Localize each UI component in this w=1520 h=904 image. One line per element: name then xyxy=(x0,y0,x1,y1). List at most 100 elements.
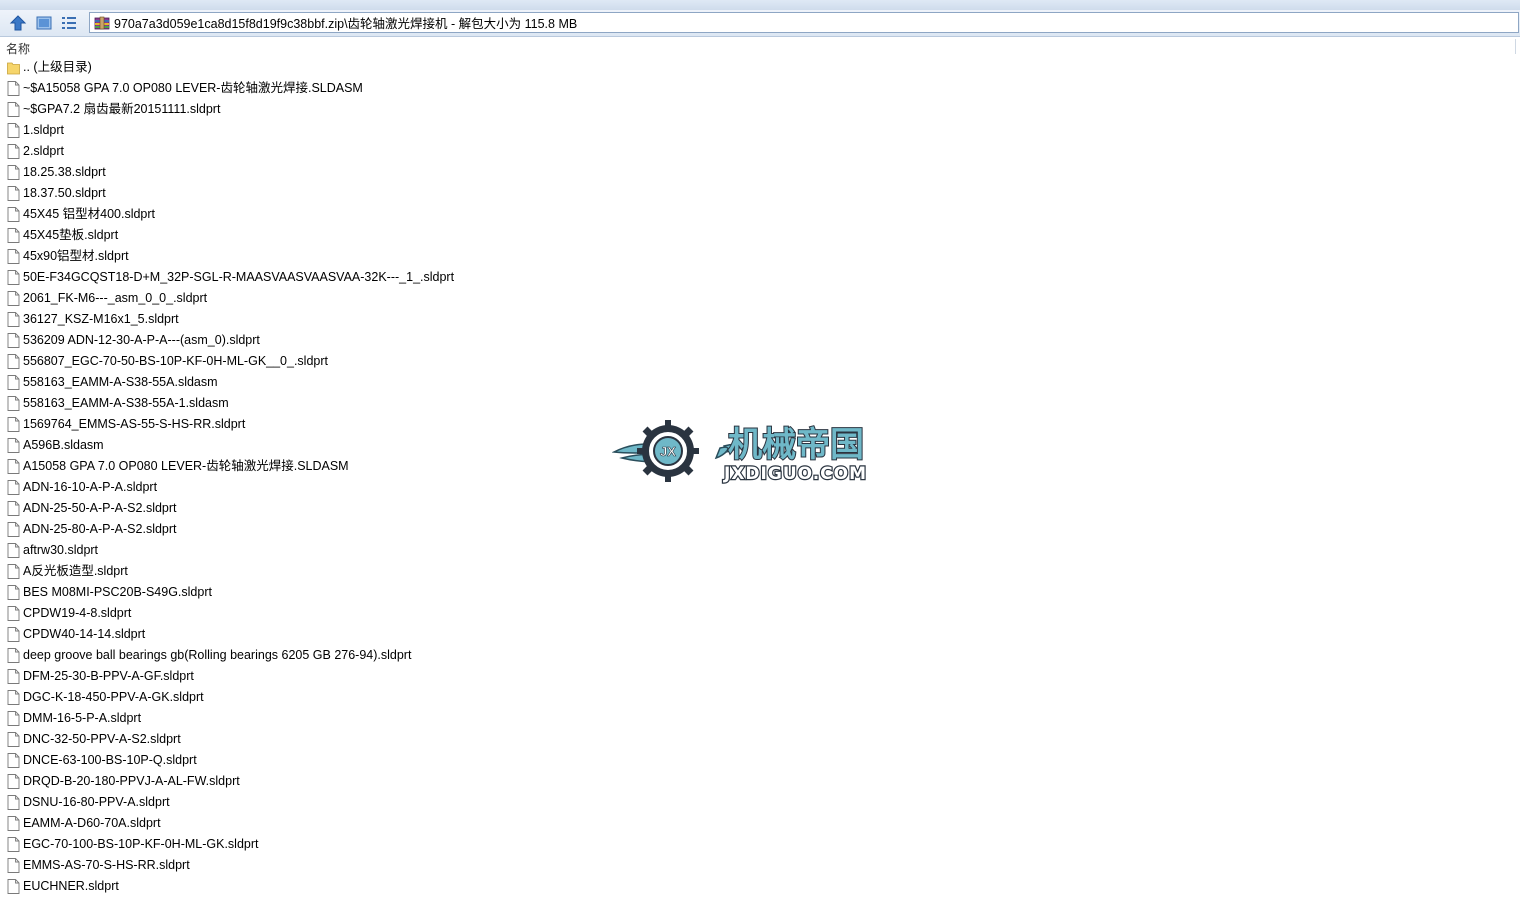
address-path: 970a7a3d059e1ca8d15f8d19f9c38bbf.zip\齿轮轴… xyxy=(114,17,578,31)
list-item-label: 45X45 铝型材400.sldprt xyxy=(23,207,156,221)
list-item-label: EGC-70-100-BS-10P-KF-0H-ML-GK.sldprt xyxy=(23,837,259,851)
list-item[interactable]: CPDW19-4-8.sldprt xyxy=(0,603,1520,624)
file-icon xyxy=(7,81,20,96)
file-icon xyxy=(7,291,20,306)
list-item[interactable]: ADN-25-50-A-P-A-S2.sldprt xyxy=(0,498,1520,519)
file-icon xyxy=(7,795,20,810)
list-item-label: 2.sldprt xyxy=(23,144,64,158)
list-item[interactable]: A反光板造型.sldprt xyxy=(0,561,1520,582)
list-item-parent-folder[interactable]: .. (上级目录) xyxy=(0,57,1520,78)
list-item[interactable]: ~$GPA7.2 扇齿最新20151111.sldprt xyxy=(0,99,1520,120)
file-icon xyxy=(7,228,20,243)
list-item-label: ~$A15058 GPA 7.0 OP080 LEVER-齿轮轴激光焊接.SLD… xyxy=(23,81,363,95)
view-mode-icon[interactable] xyxy=(34,13,54,33)
list-item[interactable]: DNC-32-50-PPV-A-S2.sldprt xyxy=(0,729,1520,750)
file-icon xyxy=(7,270,20,285)
list-item[interactable]: 556807_EGC-70-50-BS-10P-KF-0H-ML-GK__0_.… xyxy=(0,351,1520,372)
list-item[interactable]: deep groove ball bearings gb(Rolling bea… xyxy=(0,645,1520,666)
list-item-label: EUCHNER.sldprt xyxy=(23,879,119,893)
list-item[interactable]: CPDW40-14-14.sldprt xyxy=(0,624,1520,645)
list-item[interactable]: 1.sldprt xyxy=(0,120,1520,141)
file-icon xyxy=(7,543,20,558)
list-item-label: A596B.sldasm xyxy=(23,438,104,452)
list-item[interactable]: 45X45垫板.sldprt xyxy=(0,225,1520,246)
list-item-label: 1569764_EMMS-AS-55-S-HS-RR.sldprt xyxy=(23,417,246,431)
column-separator[interactable] xyxy=(1515,39,1516,54)
list-item-label: DMM-16-5-P-A.sldprt xyxy=(23,711,142,725)
list-item[interactable]: DFM-25-30-B-PPV-A-GF.sldprt xyxy=(0,666,1520,687)
list-item-label: CPDW40-14-14.sldprt xyxy=(23,627,146,641)
list-item-label: 558163_EAMM-A-S38-55A.sldasm xyxy=(23,375,218,389)
column-header-name[interactable]: 名称 xyxy=(6,40,30,57)
file-icon xyxy=(7,480,20,495)
list-item-label: ADN-25-50-A-P-A-S2.sldprt xyxy=(23,501,177,515)
list-item[interactable]: 18.37.50.sldprt xyxy=(0,183,1520,204)
file-icon xyxy=(7,753,20,768)
list-item[interactable]: EGC-70-100-BS-10P-KF-0H-ML-GK.sldprt xyxy=(0,834,1520,855)
list-item-label: 1.sldprt xyxy=(23,123,64,137)
list-item[interactable]: BES M08MI-PSC20B-S49G.sldprt xyxy=(0,582,1520,603)
file-icon xyxy=(7,438,20,453)
list-item-label: DGC-K-18-450-PPV-A-GK.sldprt xyxy=(23,690,204,704)
file-icon xyxy=(7,879,20,894)
file-icon xyxy=(7,123,20,138)
file-icon xyxy=(7,144,20,159)
file-icon xyxy=(7,858,20,873)
list-item-label: EAMM-A-D60-70A.sldprt xyxy=(23,816,161,830)
list-item[interactable]: 18.25.38.sldprt xyxy=(0,162,1520,183)
list-item[interactable]: 558163_EAMM-A-S38-55A.sldasm xyxy=(0,372,1520,393)
list-item[interactable]: EUCHNER.sldprt xyxy=(0,876,1520,897)
file-icon xyxy=(7,312,20,327)
address-bar[interactable]: 970a7a3d059e1ca8d15f8d19f9c38bbf.zip\齿轮轴… xyxy=(89,12,1519,33)
details-list-icon[interactable] xyxy=(59,13,79,33)
logo-title: 机械帝国 xyxy=(728,425,864,465)
logo-badge: JX xyxy=(660,444,676,459)
menu-bar-clipped xyxy=(0,0,1520,10)
file-icon xyxy=(7,732,20,747)
file-icon xyxy=(7,396,20,411)
list-item-label: aftrw30.sldprt xyxy=(23,543,99,557)
file-icon xyxy=(7,774,20,789)
archive-icon xyxy=(94,16,110,29)
list-item-label: CPDW19-4-8.sldprt xyxy=(23,606,132,620)
file-icon xyxy=(7,333,20,348)
file-icon xyxy=(7,585,20,600)
list-item-label: 536209 ADN-12-30-A-P-A---(asm_0).sldprt xyxy=(23,333,260,347)
file-icon xyxy=(7,459,20,474)
logo-domain: JXDIGUO.COM xyxy=(723,464,867,484)
list-item-label: 2061_FK-M6---_asm_0_0_.sldprt xyxy=(23,291,208,305)
list-item-label: deep groove ball bearings gb(Rolling bea… xyxy=(23,648,412,662)
list-item-label: DSNU-16-80-PPV-A.sldprt xyxy=(23,795,170,809)
file-icon xyxy=(7,375,20,390)
file-icon xyxy=(7,354,20,369)
list-item-label: .. (上级目录) xyxy=(23,60,92,74)
list-item-label: A反光板造型.sldprt xyxy=(23,564,128,578)
list-item[interactable]: 45x90铝型材.sldprt xyxy=(0,246,1520,267)
list-item[interactable]: ~$A15058 GPA 7.0 OP080 LEVER-齿轮轴激光焊接.SLD… xyxy=(0,78,1520,99)
list-item[interactable]: EMMS-AS-70-S-HS-RR.sldprt xyxy=(0,855,1520,876)
list-item[interactable]: aftrw30.sldprt xyxy=(0,540,1520,561)
list-item-label: A15058 GPA 7.0 OP080 LEVER-齿轮轴激光焊接.SLDAS… xyxy=(23,459,349,473)
file-icon xyxy=(7,207,20,222)
list-item-label: 36127_KSZ-M16x1_5.sldprt xyxy=(23,312,179,326)
list-item[interactable]: DSNU-16-80-PPV-A.sldprt xyxy=(0,792,1520,813)
list-item[interactable]: 2.sldprt xyxy=(0,141,1520,162)
list-item-label: DRQD-B-20-180-PPVJ-A-AL-FW.sldprt xyxy=(23,774,240,788)
list-item[interactable]: DNCE-63-100-BS-10P-Q.sldprt xyxy=(0,750,1520,771)
list-item[interactable]: 558163_EAMM-A-S38-55A-1.sldasm xyxy=(0,393,1520,414)
list-item[interactable]: DMM-16-5-P-A.sldprt xyxy=(0,708,1520,729)
list-item[interactable]: 45X45 铝型材400.sldprt xyxy=(0,204,1520,225)
list-item[interactable]: ADN-25-80-A-P-A-S2.sldprt xyxy=(0,519,1520,540)
file-icon xyxy=(7,711,20,726)
list-item[interactable]: 536209 ADN-12-30-A-P-A---(asm_0).sldprt xyxy=(0,330,1520,351)
list-item-label: 45x90铝型材.sldprt xyxy=(23,249,129,263)
list-item-label: 50E-F34GCQST18-D+M_32P-SGL-R-MAASVAASVAA… xyxy=(23,270,455,284)
list-item[interactable]: 2061_FK-M6---_asm_0_0_.sldprt xyxy=(0,288,1520,309)
list-item[interactable]: EAMM-A-D60-70A.sldprt xyxy=(0,813,1520,834)
list-item-label: BES M08MI-PSC20B-S49G.sldprt xyxy=(23,585,212,599)
up-arrow-icon[interactable] xyxy=(8,13,28,33)
list-item[interactable]: DRQD-B-20-180-PPVJ-A-AL-FW.sldprt xyxy=(0,771,1520,792)
list-item[interactable]: 50E-F34GCQST18-D+M_32P-SGL-R-MAASVAASVAA… xyxy=(0,267,1520,288)
list-item[interactable]: DGC-K-18-450-PPV-A-GK.sldprt xyxy=(0,687,1520,708)
list-item[interactable]: 36127_KSZ-M16x1_5.sldprt xyxy=(0,309,1520,330)
